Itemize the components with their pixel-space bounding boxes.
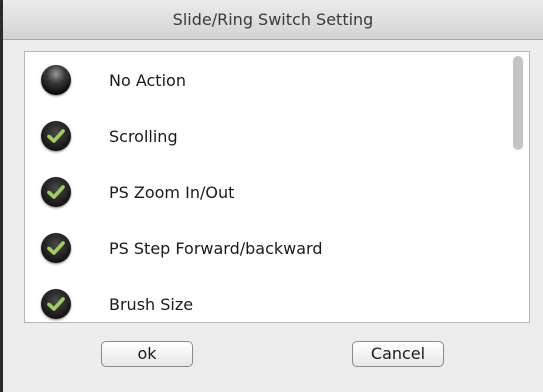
list-item[interactable]: PS Step Forward/backward	[25, 221, 510, 277]
cancel-button[interactable]: Cancel	[352, 341, 444, 367]
list-item-label: Brush Size	[109, 295, 194, 314]
check-icon[interactable]	[41, 289, 71, 319]
title-bar[interactable]: Slide/Ring Switch Setting	[3, 0, 543, 40]
list-item[interactable]: Brush Size	[25, 277, 510, 322]
ok-button[interactable]: ok	[101, 341, 193, 367]
window-title: Slide/Ring Switch Setting	[172, 10, 374, 29]
check-icon[interactable]	[41, 177, 71, 207]
check-icon[interactable]	[41, 233, 71, 263]
list-item-label: No Action	[109, 71, 186, 90]
list-scrollbar[interactable]	[513, 56, 523, 150]
options-list[interactable]: No Action Scrolling PS Zoom In/Out PS Step …	[24, 51, 530, 323]
dialog-window: Slide/Ring Switch Setting No Action Scrol…	[0, 0, 543, 392]
list-item-label: PS Step Forward/backward	[109, 239, 323, 258]
window-edge	[0, 0, 3, 392]
list-item[interactable]: PS Zoom In/Out	[25, 165, 510, 221]
list-item-label: Scrolling	[109, 127, 178, 146]
list-item[interactable]: Scrolling	[25, 109, 510, 165]
dot-icon[interactable]	[41, 65, 71, 95]
list-item-label: PS Zoom In/Out	[109, 183, 235, 202]
check-icon[interactable]	[41, 121, 71, 151]
list-item[interactable]: No Action	[25, 53, 510, 109]
